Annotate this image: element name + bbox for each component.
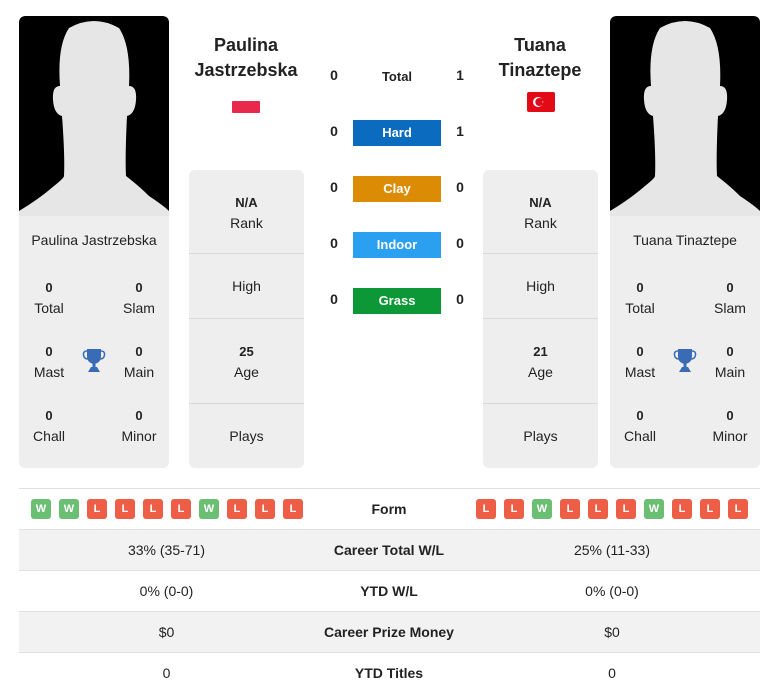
divider <box>189 403 304 404</box>
form-win-badge[interactable]: W <box>31 499 51 519</box>
form-loss-badge[interactable]: L <box>87 499 107 519</box>
player1-total-titles: 0 Total <box>34 280 64 316</box>
divider <box>189 318 304 319</box>
player1-minor-titles: 0 Minor <box>121 408 157 444</box>
h2h-clay-p1: 0 <box>330 179 338 195</box>
turkey-flag-icon <box>527 92 555 112</box>
form-row: WWLLLLWLLL Form LLWLLLWLLL <box>19 488 760 529</box>
player1-form: WWLLLLWLLL <box>31 499 303 519</box>
player1-challenger-titles: 0 Chall <box>33 408 65 444</box>
form-loss-badge[interactable]: L <box>616 499 636 519</box>
divider <box>483 403 598 404</box>
player2-plays: Plays <box>523 428 558 444</box>
player2-age: 21 Age <box>528 344 553 380</box>
form-loss-badge[interactable]: L <box>560 499 580 519</box>
player1-full-name: Paulina Jastrzebska <box>31 232 157 248</box>
form-loss-badge[interactable]: L <box>255 499 275 519</box>
player1-prize-money: $0 <box>158 624 175 640</box>
form-loss-badge[interactable]: L <box>672 499 692 519</box>
form-loss-badge[interactable]: L <box>588 499 608 519</box>
player2-slam-titles: 0 Slam <box>714 280 746 316</box>
form-loss-badge[interactable]: L <box>728 499 748 519</box>
player2-prize-money: $0 <box>604 624 620 640</box>
divider <box>189 253 304 254</box>
h2h-total-p1: 0 <box>330 67 338 83</box>
h2h-total-p2: 1 <box>456 67 464 83</box>
player1-career-wl: 33% (35-71) <box>127 542 206 558</box>
form-win-badge[interactable]: W <box>532 499 552 519</box>
player2-name[interactable]: Tuana Tinaztepe <box>470 33 610 83</box>
ytd-wl-row: 0% (0-0) YTD W/L 0% (0-0) <box>19 570 760 611</box>
form-win-badge[interactable]: W <box>59 499 79 519</box>
form-loss-badge[interactable]: L <box>143 499 163 519</box>
h2h-clay-p2: 0 <box>456 179 464 195</box>
form-loss-badge[interactable]: L <box>171 499 191 519</box>
player2-form: LLWLLLWLLL <box>476 499 748 519</box>
divider <box>483 253 598 254</box>
silhouette-icon <box>19 21 169 216</box>
player1-slam-titles: 0 Slam <box>123 280 155 316</box>
player2-total-titles: 0 Total <box>625 280 655 316</box>
h2h-grass-p1: 0 <box>330 291 338 307</box>
player1-high: High <box>232 278 261 294</box>
form-label: Form <box>371 501 407 517</box>
surface-clay-button[interactable]: Clay <box>353 176 441 202</box>
player1-photo <box>19 16 169 216</box>
ytd-wl-label: YTD W/L <box>360 583 418 599</box>
player2-full-name: Tuana Tinaztepe <box>633 232 737 248</box>
divider <box>483 318 598 319</box>
poland-flag-icon <box>232 100 260 113</box>
surface-grass-button[interactable]: Grass <box>353 288 441 314</box>
player1-card: Paulina Jastrzebska 0 Total 0 Slam 0 Mast 0… <box>19 16 169 468</box>
player2-minor-titles: 0 Minor <box>712 408 748 444</box>
player2-high: High <box>526 278 555 294</box>
h2h-hard-p2: 1 <box>456 123 464 139</box>
player1-masters-titles: 0 Mast <box>33 344 65 380</box>
form-loss-badge[interactable]: L <box>504 499 524 519</box>
player1-age: 25 Age <box>234 344 259 380</box>
form-win-badge[interactable]: W <box>644 499 664 519</box>
player2-ytd-titles: 0 <box>608 665 616 681</box>
career-wl-row: 33% (35-71) Career Total W/L 25% (11-33) <box>19 529 760 570</box>
player2-ytd-wl: 0% (0-0) <box>585 583 639 599</box>
career-wl-label: Career Total W/L <box>333 542 445 558</box>
form-loss-badge[interactable]: L <box>700 499 720 519</box>
form-loss-badge[interactable]: L <box>115 499 135 519</box>
silhouette-icon <box>610 21 760 216</box>
form-loss-badge[interactable]: L <box>476 499 496 519</box>
h2h-total-label: Total <box>381 69 413 84</box>
ytd-titles-row: 0 YTD Titles 0 <box>19 652 760 693</box>
h2h-hard-p1: 0 <box>330 123 338 139</box>
player1-plays: Plays <box>229 428 264 444</box>
prize-money-label: Career Prize Money <box>324 624 454 640</box>
player2-main-titles: 0 Main <box>714 344 746 380</box>
player2-rank: N/A Rank <box>524 195 557 231</box>
h2h-grass-p2: 0 <box>456 291 464 307</box>
player2-info-panel: N/A Rank High 21 Age Plays <box>483 170 598 468</box>
trophy-icon <box>673 347 697 373</box>
trophy-icon <box>82 347 106 373</box>
player2-career-wl: 25% (11-33) <box>573 542 650 558</box>
player1-info-panel: N/A Rank High 25 Age Plays <box>189 170 304 468</box>
h2h-indoor-p1: 0 <box>330 235 338 251</box>
player1-main-titles: 0 Main <box>123 344 155 380</box>
player1-name[interactable]: Paulina Jastrzebska <box>176 33 316 83</box>
player1-rank: N/A Rank <box>230 195 263 231</box>
player2-challenger-titles: 0 Chall <box>624 408 656 444</box>
ytd-titles-label: YTD Titles <box>354 665 424 681</box>
player2-masters-titles: 0 Mast <box>624 344 656 380</box>
prize-money-row: $0 Career Prize Money $0 <box>19 611 760 652</box>
surface-indoor-button[interactable]: Indoor <box>353 232 441 258</box>
h2h-indoor-p2: 0 <box>456 235 464 251</box>
player1-ytd-wl: 0% (0-0) <box>139 583 194 599</box>
player2-photo <box>610 16 760 216</box>
player1-ytd-titles: 0 <box>162 665 171 681</box>
surface-hard-button[interactable]: Hard <box>353 120 441 146</box>
form-loss-badge[interactable]: L <box>227 499 247 519</box>
form-win-badge[interactable]: W <box>199 499 219 519</box>
player2-card: Tuana Tinaztepe 0 Total 0 Slam 0 Mast 0 Main… <box>610 16 760 468</box>
